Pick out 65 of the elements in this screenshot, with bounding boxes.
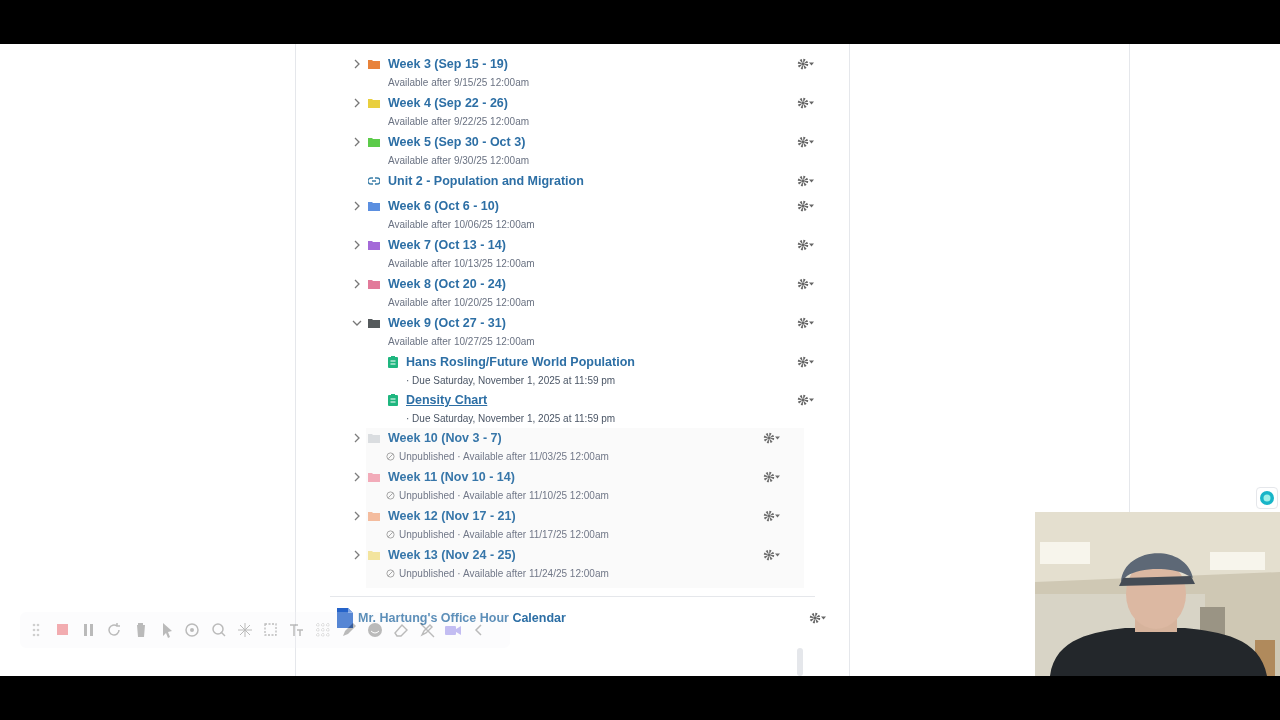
module-title[interactable]: Week 10 (Nov 3 - 7) <box>388 428 502 448</box>
availability-text: Available after 10/27/25 12:00am <box>388 334 535 349</box>
settings-button[interactable] <box>797 356 815 368</box>
availability-text: Available after 9/22/25 12:00am <box>388 114 530 129</box>
module-title[interactable]: Week 5 (Sep 30 - Oct 3) <box>388 132 526 152</box>
availability-text: Available after 10/06/25 12:00am <box>388 217 535 232</box>
availability-text: Unpublished · Available after 11/24/25 12:00am <box>399 566 609 581</box>
availability-text: Available after 10/20/25 12:00am <box>388 295 535 310</box>
expand-chevron-icon[interactable] <box>354 472 360 482</box>
expand-chevron-icon[interactable] <box>354 511 360 521</box>
document-icon <box>336 607 354 629</box>
settings-button[interactable] <box>763 549 781 561</box>
expand-chevron-icon[interactable] <box>354 201 360 211</box>
link-icon <box>368 177 380 185</box>
expand-chevron-icon[interactable] <box>354 279 360 289</box>
settings-button[interactable] <box>797 200 815 212</box>
module-title[interactable]: Week 11 (Nov 10 - 14) <box>388 467 515 487</box>
module-title[interactable]: Week 7 (Oct 13 - 14) <box>388 235 506 255</box>
calendar-link[interactable]: Mr. Hartung's Office Hour Calendar <box>358 608 566 628</box>
settings-button[interactable] <box>797 175 815 187</box>
assignment-icon <box>388 356 398 368</box>
settings-button[interactable] <box>797 136 815 148</box>
module-title[interactable]: Week 9 (Oct 27 - 31) <box>388 313 506 333</box>
settings-button[interactable] <box>797 58 815 70</box>
orb-icon <box>1259 490 1275 506</box>
expand-chevron-icon[interactable] <box>354 240 360 250</box>
unpublished-icon <box>386 568 395 578</box>
availability-text: Available after 10/13/25 12:00am <box>388 256 535 271</box>
expand-chevron-icon[interactable] <box>354 98 360 108</box>
scrollbar[interactable] <box>797 648 803 676</box>
availability-text: Unpublished · Available after 11/03/25 12:00am <box>399 449 609 464</box>
expand-chevron-icon[interactable] <box>354 433 360 443</box>
module-title[interactable]: Week 13 (Nov 24 - 25) <box>388 545 516 565</box>
expand-chevron-icon[interactable] <box>354 59 360 69</box>
collapse-chevron-icon[interactable] <box>352 320 362 326</box>
settings-button[interactable] <box>809 612 827 624</box>
assignment-link[interactable]: Hans Rosling/Future World Population <box>406 352 635 372</box>
due-date-text: · Due Saturday, November 1, 2025 at 11:59 pm <box>406 373 616 388</box>
availability-text: Available after 9/15/25 12:00am <box>388 75 530 90</box>
unpublished-icon <box>386 490 395 500</box>
unpublished-icon <box>386 451 395 461</box>
expand-chevron-icon[interactable] <box>354 137 360 147</box>
module-title[interactable]: Week 4 (Sep 22 - 26) <box>388 93 508 113</box>
settings-button[interactable] <box>763 432 781 444</box>
settings-button[interactable] <box>797 317 815 329</box>
assignment-link[interactable]: Density Chart <box>406 390 488 410</box>
module-title[interactable]: Week 12 (Nov 17 - 21) <box>388 506 516 526</box>
settings-button[interactable] <box>797 394 815 406</box>
due-date-text: · Due Saturday, November 1, 2025 at 11:59 pm <box>406 411 616 426</box>
settings-button[interactable] <box>797 239 815 251</box>
module-link[interactable]: Unit 2 - Population and Migration <box>388 171 584 191</box>
module-title[interactable]: Week 3 (Sep 15 - 19) <box>388 54 508 74</box>
settings-button[interactable] <box>763 510 781 522</box>
settings-button[interactable] <box>797 278 815 290</box>
availability-text: Unpublished · Available after 11/17/25 12:00am <box>399 527 609 542</box>
assistant-button[interactable] <box>1256 487 1278 509</box>
availability-text: Unpublished · Available after 11/10/25 12:00am <box>399 488 609 503</box>
module-title[interactable]: Week 6 (Oct 6 - 10) <box>388 196 499 216</box>
availability-text: Available after 9/30/25 12:00am <box>388 153 530 168</box>
settings-button[interactable] <box>797 97 815 109</box>
unpublished-icon <box>386 529 395 539</box>
expand-chevron-icon[interactable] <box>354 550 360 560</box>
settings-button[interactable] <box>763 471 781 483</box>
module-title[interactable]: Week 8 (Oct 20 - 24) <box>388 274 506 294</box>
assignment-icon <box>388 394 398 406</box>
